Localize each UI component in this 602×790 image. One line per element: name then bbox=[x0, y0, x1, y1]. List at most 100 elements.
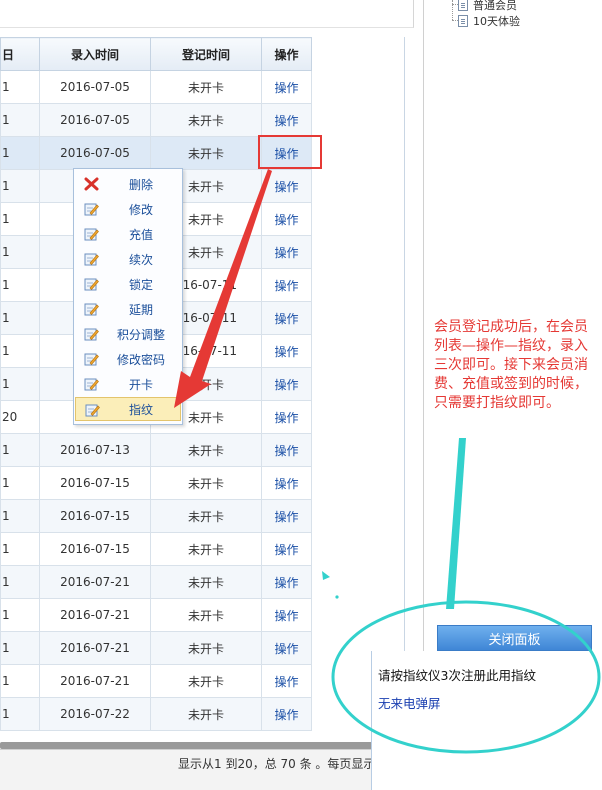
cell-day: 1 bbox=[0, 532, 40, 566]
operation-link[interactable]: 操作 bbox=[274, 246, 298, 260]
context-menu-item[interactable]: 延期 bbox=[75, 297, 181, 321]
operation-link[interactable]: 操作 bbox=[274, 675, 298, 689]
cell-operation: 操作 bbox=[261, 400, 312, 434]
context-menu-item-label: 续次 bbox=[128, 252, 153, 267]
cell-entry-time: 2016-07-05 bbox=[39, 103, 151, 137]
context-menu-item-label: 删除 bbox=[128, 177, 153, 192]
table-row[interactable]: 1 2016-07-15 未开卡 操作 bbox=[0, 499, 312, 533]
cell-day: 1 bbox=[0, 169, 40, 203]
document-icon bbox=[458, 14, 468, 27]
operation-link[interactable]: 操作 bbox=[274, 708, 298, 722]
cell-operation: 操作 bbox=[261, 235, 312, 269]
context-menu-item[interactable]: 积分调整 bbox=[75, 322, 181, 346]
operation-link[interactable]: 操作 bbox=[274, 477, 298, 491]
tree-item-10day-trial[interactable]: 10天体验 bbox=[458, 13, 520, 28]
cell-day: 1 bbox=[0, 598, 40, 632]
column-header-register-time[interactable]: 登记时间 bbox=[150, 37, 262, 71]
table-row[interactable]: 1 2016-07-22 未开卡 操作 bbox=[0, 697, 312, 731]
cell-entry-time: 2016-07-21 bbox=[39, 598, 151, 632]
table-row[interactable]: 1 2016-07-21 未开卡 操作 bbox=[0, 631, 312, 665]
cell-operation: 操作 bbox=[261, 631, 312, 665]
member-list-grid: 日 录入时间 登记时间 操作 1 2016-07-05 未开卡 操作 1 2016-07-… bbox=[0, 37, 405, 744]
edit-icon bbox=[84, 328, 99, 341]
cell-day: 1 bbox=[0, 367, 40, 401]
context-menu-item-label: 锁定 bbox=[128, 277, 153, 292]
cell-operation: 操作 bbox=[261, 202, 312, 236]
table-row[interactable]: 1 2016-07-21 未开卡 操作 bbox=[0, 664, 312, 698]
context-menu-item-label: 指纹 bbox=[128, 402, 153, 417]
cell-register-time: 未开卡 bbox=[150, 631, 262, 665]
row-context-menu: 删除修改充值续次锁定延期积分调整修改密码开卡指纹 bbox=[73, 168, 183, 425]
column-header-entry-time[interactable]: 录入时间 bbox=[39, 37, 151, 71]
table-row[interactable]: 1 2016-07-05 未开卡 操作 bbox=[0, 70, 312, 104]
cell-register-time: 未开卡 bbox=[150, 136, 262, 170]
context-menu-item-label: 积分调整 bbox=[116, 327, 165, 342]
context-menu-item[interactable]: 充值 bbox=[75, 222, 181, 246]
cell-entry-time: 2016-07-13 bbox=[39, 433, 151, 467]
cell-day: 1 bbox=[0, 70, 40, 104]
context-menu-item-label: 修改 bbox=[128, 202, 153, 217]
context-menu-item[interactable]: 开卡 bbox=[75, 372, 181, 396]
horizontal-scrollbar[interactable] bbox=[0, 742, 405, 749]
context-menu-item-label: 修改密码 bbox=[116, 352, 165, 367]
cell-operation: 操作 bbox=[261, 367, 312, 401]
cell-day: 1 bbox=[0, 466, 40, 500]
cell-operation: 操作 bbox=[261, 433, 312, 467]
table-row[interactable]: 1 2016-07-13 未开卡 操作 bbox=[0, 433, 312, 467]
column-header-day[interactable]: 日 bbox=[0, 37, 40, 71]
table-row[interactable]: 1 2016-07-21 未开卡 操作 bbox=[0, 598, 312, 632]
operation-link[interactable]: 操作 bbox=[274, 312, 298, 326]
cell-entry-time: 2016-07-15 bbox=[39, 532, 151, 566]
operation-link[interactable]: 操作 bbox=[274, 411, 298, 425]
cell-register-time: 未开卡 bbox=[150, 565, 262, 599]
cell-day: 1 bbox=[0, 301, 40, 335]
edit-icon bbox=[84, 303, 99, 316]
edit-icon bbox=[84, 253, 99, 266]
table-row[interactable]: 1 2016-07-21 未开卡 操作 bbox=[0, 565, 312, 599]
cell-day: 1 bbox=[0, 235, 40, 269]
no-call-popup-link[interactable]: 无来电弹屏 bbox=[378, 693, 441, 712]
context-menu-item[interactable]: 锁定 bbox=[75, 272, 181, 296]
cell-entry-time: 2016-07-05 bbox=[39, 70, 151, 104]
cell-operation: 操作 bbox=[261, 664, 312, 698]
operation-link[interactable]: 操作 bbox=[274, 642, 298, 656]
cell-operation: 操作 bbox=[261, 598, 312, 632]
operation-link[interactable]: 操作 bbox=[274, 510, 298, 524]
operation-link[interactable]: 操作 bbox=[274, 81, 298, 95]
context-menu-item[interactable]: 修改 bbox=[75, 197, 181, 221]
operation-link[interactable]: 操作 bbox=[274, 378, 298, 392]
context-menu-item[interactable]: 删除 bbox=[75, 172, 181, 196]
cell-register-time: 未开卡 bbox=[150, 466, 262, 500]
context-menu-item[interactable]: 修改密码 bbox=[75, 347, 181, 371]
tree-item-regular-member[interactable]: 普通会员 bbox=[458, 0, 517, 12]
context-menu-item[interactable]: 指纹 bbox=[75, 397, 181, 421]
cell-day: 1 bbox=[0, 202, 40, 236]
operation-link[interactable]: 操作 bbox=[274, 279, 298, 293]
operation-link[interactable]: 操作 bbox=[274, 609, 298, 623]
cell-entry-time: 2016-07-15 bbox=[39, 466, 151, 500]
operation-link[interactable]: 操作 bbox=[274, 180, 298, 194]
operation-link[interactable]: 操作 bbox=[274, 345, 298, 359]
operation-link[interactable]: 操作 bbox=[274, 576, 298, 590]
cell-operation: 操作 bbox=[261, 532, 312, 566]
operation-link[interactable]: 操作 bbox=[274, 114, 298, 128]
table-row[interactable]: 1 2016-07-15 未开卡 操作 bbox=[0, 466, 312, 500]
edit-icon bbox=[84, 278, 99, 291]
cell-operation: 操作 bbox=[261, 565, 312, 599]
table-row[interactable]: 1 2016-07-05 未开卡 操作 bbox=[0, 103, 312, 137]
close-panel-button[interactable]: 关闭面板 bbox=[437, 625, 592, 651]
edit-icon bbox=[84, 203, 99, 216]
cell-register-time: 未开卡 bbox=[150, 499, 262, 533]
cell-operation: 操作 bbox=[261, 466, 312, 500]
operation-link[interactable]: 操作 bbox=[274, 213, 298, 227]
context-menu-item-label: 充值 bbox=[128, 227, 153, 242]
cell-day: 1 bbox=[0, 136, 40, 170]
context-menu-item[interactable]: 续次 bbox=[75, 247, 181, 271]
cell-operation: 操作 bbox=[261, 169, 312, 203]
table-row[interactable]: 1 2016-07-15 未开卡 操作 bbox=[0, 532, 312, 566]
operation-link[interactable]: 操作 bbox=[274, 543, 298, 557]
cell-register-time: 未开卡 bbox=[150, 664, 262, 698]
edit-icon bbox=[85, 404, 100, 417]
cell-day: 1 bbox=[0, 499, 40, 533]
operation-link[interactable]: 操作 bbox=[274, 444, 298, 458]
